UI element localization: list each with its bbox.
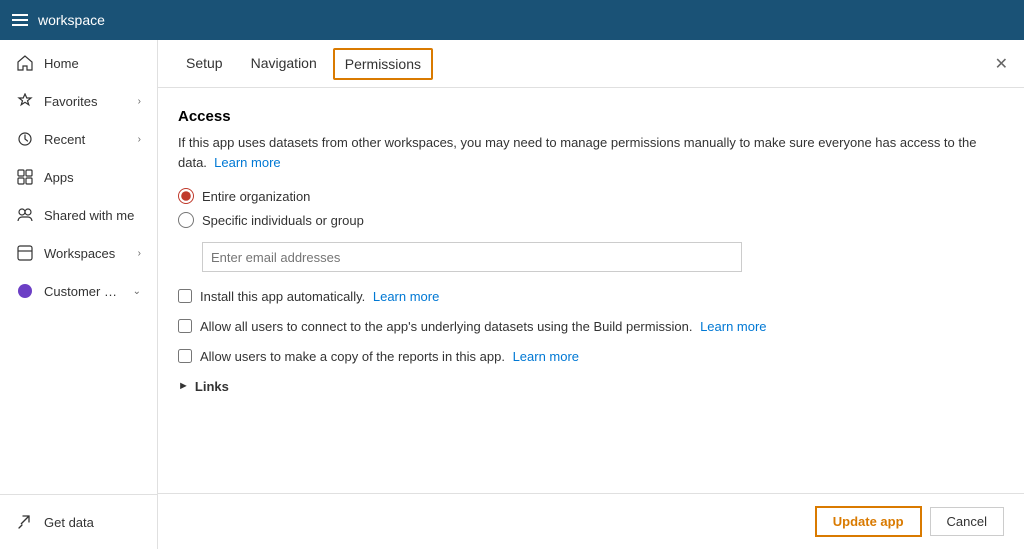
get-data-icon — [16, 513, 34, 531]
topbar-title: workspace — [38, 12, 105, 28]
sidebar-item-label-customer: Customer Service A... — [44, 284, 123, 299]
sidebar-item-label-recent: Recent — [44, 132, 85, 147]
update-app-button[interactable]: Update app — [815, 506, 922, 537]
shared-icon — [16, 206, 34, 224]
tabs-bar: Setup Navigation Permissions ✕ — [158, 40, 1024, 88]
close-button[interactable]: ✕ — [995, 54, 1008, 74]
recent-icon — [16, 130, 34, 148]
sidebar-item-shared[interactable]: Shared with me — [4, 197, 153, 233]
learn-more-build[interactable]: Learn more — [700, 319, 766, 334]
sidebar: Home Favorites › Recent › — [0, 40, 158, 549]
sidebar-item-get-data[interactable]: Get data — [4, 504, 153, 540]
hamburger-icon[interactable] — [12, 14, 28, 26]
tab-setup[interactable]: Setup — [174, 41, 235, 87]
customer-icon — [16, 282, 34, 300]
sidebar-item-label-shared: Shared with me — [44, 208, 134, 223]
checkbox-install-auto-input[interactable] — [178, 289, 192, 303]
sidebar-item-label-workspaces: Workspaces — [44, 246, 115, 261]
learn-more-copy[interactable]: Learn more — [513, 349, 579, 364]
favorites-icon — [16, 92, 34, 110]
chevron-right-links-icon: ► — [178, 380, 189, 392]
sidebar-item-recent[interactable]: Recent › — [4, 121, 153, 157]
sidebar-item-apps[interactable]: Apps — [4, 159, 153, 195]
chevron-down-icon: ⌄ — [133, 286, 141, 297]
checkbox-allow-copy-label: Allow users to make a copy of the report… — [200, 348, 579, 366]
email-input-row — [202, 242, 1004, 272]
checkbox-allow-copy: Allow users to make a copy of the report… — [178, 348, 1004, 366]
learn-more-install[interactable]: Learn more — [373, 289, 439, 304]
apps-icon — [16, 168, 34, 186]
sidebar-item-label-apps: Apps — [44, 170, 74, 185]
radio-entire-org-input[interactable] — [178, 188, 194, 204]
links-section[interactable]: ► Links — [178, 379, 1004, 394]
tab-navigation[interactable]: Navigation — [239, 41, 329, 87]
links-label: Links — [195, 379, 229, 394]
learn-more-link-access[interactable]: Learn more — [214, 155, 280, 170]
sidebar-item-customer[interactable]: Customer Service A... ⌄ — [4, 273, 153, 309]
radio-specific-input[interactable] — [178, 212, 194, 228]
info-paragraph: If this app uses datasets from other wor… — [178, 133, 1004, 172]
home-icon — [16, 54, 34, 72]
checkbox-install-auto: Install this app automatically. Learn mo… — [178, 288, 1004, 306]
radio-specific[interactable]: Specific individuals or group — [178, 212, 1004, 228]
sidebar-item-workspaces[interactable]: Workspaces › — [4, 235, 153, 271]
radio-group: Entire organization Specific individuals… — [178, 188, 1004, 228]
panel-footer: Update app Cancel — [158, 493, 1024, 549]
checkbox-install-auto-label: Install this app automatically. Learn mo… — [200, 288, 439, 306]
sidebar-item-label-favorites: Favorites — [44, 94, 97, 109]
radio-entire-org[interactable]: Entire organization — [178, 188, 1004, 204]
checkbox-allow-build-label: Allow all users to connect to the app's … — [200, 318, 767, 336]
email-input[interactable] — [202, 242, 742, 272]
checkbox-allow-build-input[interactable] — [178, 319, 192, 333]
sidebar-item-home[interactable]: Home — [4, 45, 153, 81]
panel-content: Access If this app uses datasets from ot… — [158, 88, 1024, 493]
get-data-label: Get data — [44, 515, 94, 530]
radio-specific-label[interactable]: Specific individuals or group — [202, 213, 364, 228]
cancel-button[interactable]: Cancel — [930, 507, 1004, 536]
main-layout: Home Favorites › Recent › — [0, 40, 1024, 549]
radio-entire-org-label[interactable]: Entire organization — [202, 189, 310, 204]
checkbox-allow-build: Allow all users to connect to the app's … — [178, 318, 1004, 336]
chevron-right-icon: › — [138, 248, 141, 259]
chevron-right-icon: › — [138, 134, 141, 145]
checkbox-allow-copy-input[interactable] — [178, 349, 192, 363]
sidebar-bottom: Get data — [0, 494, 157, 549]
access-title: Access — [178, 108, 1004, 125]
content-area: Setup Navigation Permissions ✕ Access If… — [158, 40, 1024, 549]
sidebar-item-label-home: Home — [44, 56, 79, 71]
checkbox-group: Install this app automatically. Learn mo… — [178, 288, 1004, 367]
chevron-right-icon: › — [138, 96, 141, 107]
topbar: workspace — [0, 0, 1024, 40]
sidebar-item-favorites[interactable]: Favorites › — [4, 83, 153, 119]
workspaces-icon — [16, 244, 34, 262]
tab-permissions[interactable]: Permissions — [333, 48, 433, 80]
